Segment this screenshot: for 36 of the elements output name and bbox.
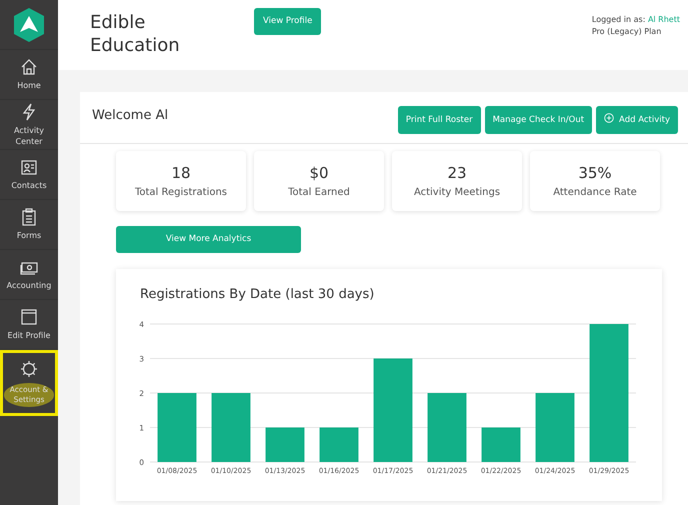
stat-label: Activity Meetings [414,186,500,200]
stat-value: 35% [578,163,612,184]
stat-label: Total Registrations [134,186,228,200]
bar [536,393,574,462]
plus-circle-icon [604,113,614,123]
bar [212,393,250,462]
sidebar-item[interactable]: Forms [0,200,58,250]
stat-value: $0 [309,163,329,184]
page-title: Edible Education [90,12,181,57]
toolbar-button[interactable]: Add Activity [596,106,678,134]
logged-in-label: Logged in as: [592,15,646,24]
logo-icon[interactable] [12,6,46,42]
view-analytics-button[interactable]: View More Analytics [116,226,301,253]
welcome-title: Welcome Al [92,107,168,125]
stat-value: 18 [171,163,191,184]
sidebar-item[interactable]: Accounting [0,250,58,300]
sidebar-item[interactable]: Edit Profile [0,300,58,350]
window-icon [19,307,39,328]
settings-icon [19,359,39,380]
bar [320,428,358,462]
sidebar-item[interactable]: Activity Center [0,100,58,150]
toolbar-button[interactable]: Manage Check In/Out [484,106,592,134]
sidebar-item[interactable]: Contacts [0,150,58,200]
stat-value: 23 [447,163,467,184]
user-link[interactable]: Al Rhett [648,15,680,24]
home-icon [19,57,39,78]
bar [158,393,196,462]
bar [482,428,520,462]
chart-title: Registrations By Date (last 30 days) [139,286,376,304]
bar [428,393,466,462]
stat-label: Total Earned [288,186,350,200]
bar [266,428,304,462]
view-profile-button[interactable]: View Profile [254,8,322,35]
plan-label: Pro (Legacy) Plan [592,26,662,38]
stat-label: Attendance Rate [553,186,637,200]
toolbar-button[interactable]: Print Full Roster [398,106,481,134]
